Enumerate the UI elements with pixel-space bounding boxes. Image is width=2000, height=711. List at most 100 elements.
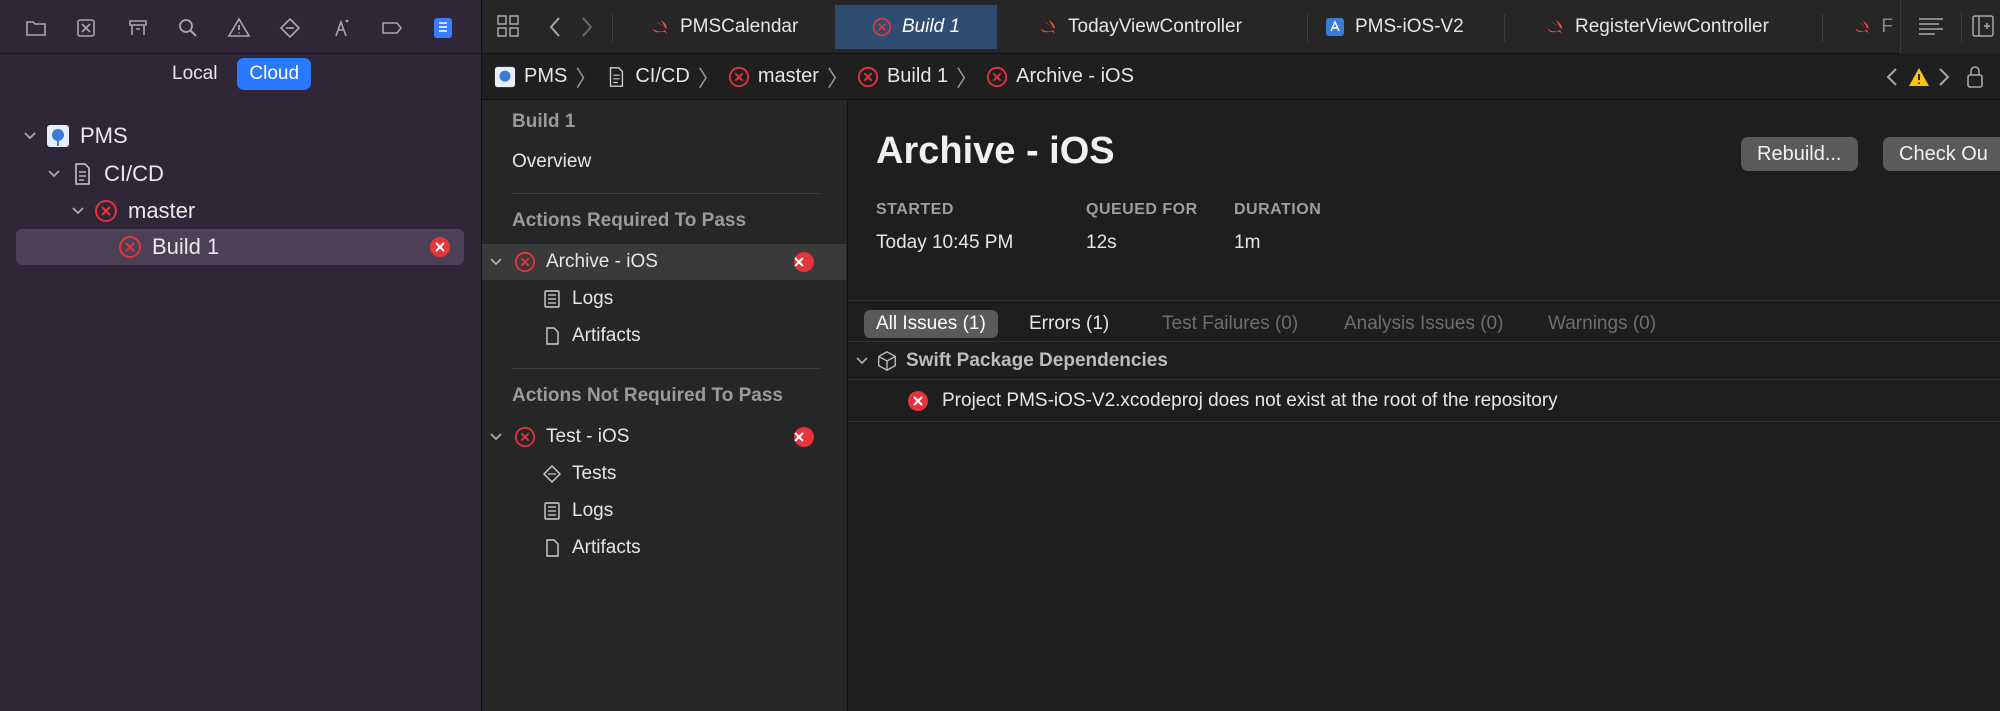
project-icon [47,125,69,147]
error-icon [514,426,536,448]
swift-icon [653,20,667,34]
item-label: Tests [572,463,617,484]
test-logs-item[interactable]: Logs [542,493,613,529]
started-label: STARTED [876,201,954,218]
swift-icon [1855,20,1869,34]
test-icon[interactable] [276,14,304,42]
filter-warnings[interactable]: Warnings (0) [1536,310,1668,338]
issue-message: Project PMS-iOS-V2.xcodeproj does not ex… [942,389,1558,411]
rebuild-button[interactable]: Rebuild... [1741,137,1858,171]
action-label: Archive - iOS [546,251,658,272]
chevron-down-icon[interactable] [22,128,38,144]
filter-errors[interactable]: Errors (1) [1017,310,1121,338]
lock-icon[interactable] [1966,65,1984,89]
tab-todayviewcontroller[interactable]: TodayViewController [1038,6,1242,48]
tab-pms-ios-v2[interactable]: PMS-iOS-V2 [1325,6,1464,48]
back-arrow-icon[interactable] [548,16,562,38]
breadcrumb-build[interactable]: Build 1 [857,65,948,88]
item-label: Artifacts [572,325,641,346]
issue-row[interactable]: Project PMS-iOS-V2.xcodeproj does not ex… [848,380,2000,422]
symbols-icon[interactable] [124,14,152,42]
tree-item-project[interactable]: PMS [22,118,128,154]
editor-options [1900,0,2000,54]
file-icon [546,327,559,345]
chevron-down-icon[interactable] [488,429,504,445]
local-segment[interactable]: Local [160,58,229,90]
item-label: Logs [572,500,614,521]
tree-item-master[interactable]: master [70,193,195,229]
action-archive-ios[interactable]: Archive - iOS [482,244,846,280]
source-control-icon[interactable] [72,14,100,42]
jump-bar: PMS 〉 CI/CD 〉 master 〉 Build 1 〉 Archive… [482,54,2000,100]
tree-label-project: PMS [80,123,128,148]
forward-arrow-icon[interactable] [580,16,594,38]
queued-value: 12s [1086,232,1117,253]
report-icon[interactable] [429,14,457,42]
project-icon [494,66,516,87]
test-artifacts-item[interactable]: Artifacts [542,530,641,566]
document-icon [610,66,624,87]
chevron-down-icon[interactable] [488,254,504,270]
breakpoint-icon[interactable] [378,14,406,42]
tree-item-build-1[interactable]: Build 1 [16,229,464,265]
tab-build-1[interactable]: Build 1 [835,5,997,49]
tree-item-cicd[interactable]: CI/CD [46,156,164,192]
warning-icon[interactable] [225,14,253,42]
error-icon [95,200,117,222]
error-badge-icon [908,390,928,411]
queued-label: QUEUED FOR [1086,201,1198,218]
chevron-down-icon[interactable] [46,166,62,182]
log-icon [544,290,560,308]
breadcrumb-label: CI/CD [635,65,690,87]
filter-test-failures[interactable]: Test Failures (0) [1150,310,1310,338]
build-outline: Build 1 Overview Actions Required To Pas… [482,100,848,711]
issue-group-row[interactable]: Swift Package Dependencies [848,342,2000,380]
search-icon[interactable] [174,14,202,42]
tab-registerviewcontroller[interactable]: RegisterViewController [1545,6,1769,48]
filter-analysis-issues[interactable]: Analysis Issues (0) [1332,310,1515,338]
filter-all-issues[interactable]: All Issues (1) [864,310,998,338]
swift-icon [1041,20,1055,34]
warning-icon[interactable] [1908,66,1930,88]
check-out-button[interactable]: Check Ou [1883,137,2000,171]
tree-label-build: Build 1 [152,234,220,259]
error-icon [872,17,892,37]
action-label: Test - iOS [546,426,630,447]
item-label: Logs [572,288,614,309]
tab-label: PMS-iOS-V2 [1355,16,1464,37]
folder-icon[interactable] [22,14,50,42]
file-icon [546,539,559,557]
editor-options-icon[interactable] [1917,15,1945,39]
previous-issue-icon[interactable] [1886,67,1898,87]
app-icon [1326,18,1344,36]
grid-icon[interactable] [496,14,520,38]
breadcrumb-project[interactable]: PMS [494,65,567,88]
navigator-pane: Local Cloud PMS CI/CD master Build 1 [0,0,482,711]
tab-partial[interactable]: F [1853,6,1893,48]
archive-logs-item[interactable]: Logs [542,281,613,317]
tab-pmscalendar[interactable]: PMSCalendar [650,6,798,48]
action-title: Archive - iOS [876,130,1115,172]
tab-label: RegisterViewController [1575,16,1769,37]
action-test-ios[interactable]: Test - iOS [488,419,846,455]
breadcrumb-cicd[interactable]: CI/CD [605,65,690,88]
document-icon [75,163,90,185]
next-issue-icon[interactable] [1938,67,1950,87]
action-detail: Archive - iOS Rebuild... Check Ou STARTE… [848,100,2000,711]
breadcrumb-master[interactable]: master [728,65,819,88]
add-editor-icon[interactable] [1971,14,1995,38]
not-required-header: Actions Not Required To Pass [512,385,783,406]
debug-icon[interactable] [327,14,355,42]
package-icon [878,350,896,371]
error-icon [857,66,879,87]
overview-item[interactable]: Overview [512,144,591,180]
archive-artifacts-item[interactable]: Artifacts [542,318,641,354]
breadcrumb-label: Build 1 [886,65,949,87]
chevron-down-icon[interactable] [854,353,870,369]
cloud-segment[interactable]: Cloud [237,58,312,90]
test-tests-item[interactable]: Tests [542,456,616,492]
breadcrumb-label: PMS [524,65,568,87]
chevron-down-icon[interactable] [70,203,86,219]
log-icon [544,502,560,520]
breadcrumb-archive[interactable]: Archive - iOS [986,65,1134,88]
